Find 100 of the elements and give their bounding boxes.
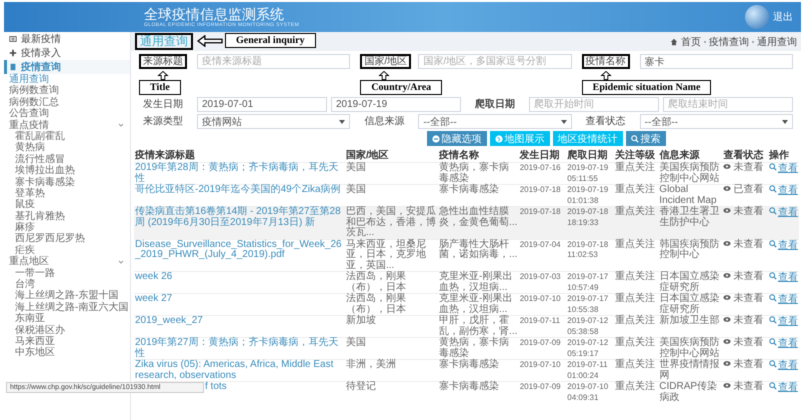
input-field[interactable]: 2019-07-19 (331, 97, 461, 112)
table-cell-text: 2019-07-12 05:38:58 (567, 316, 610, 337)
table-cell: 未查看 (733, 271, 764, 282)
sidebar-subitem[interactable]: 中东地区 (4, 347, 130, 359)
sidebar-item[interactable]: 疫情查询 (4, 60, 130, 74)
table-cell-text: 香港卫生署卫生防护中心 (659, 207, 720, 228)
view-link[interactable]: 查看 (778, 338, 798, 349)
breadcrumb-link[interactable]: 疫情查询 (709, 34, 749, 48)
title-link[interactable]: f tots (205, 382, 344, 392)
column-header: 疫情来源标题 (135, 150, 195, 161)
title-link[interactable]: week 27 (135, 294, 344, 304)
input-field[interactable]: 国家/地区，多国家逗号分割 (418, 54, 572, 69)
view-link[interactable]: 查看 (778, 294, 798, 305)
table-cell-text: CIDRAP传染病政 (659, 382, 718, 403)
sidebar-subitem[interactable]: 霍乱副霍乱 (4, 130, 130, 142)
table-cell-text: 克里米亚-刚果出血热，汉坦病... (439, 294, 514, 314)
view-link[interactable]: 查看 (778, 272, 798, 283)
system-title: 全球疫情信息监测系统 (144, 6, 285, 22)
title-link[interactable]: 2019年第27周：黄热病；齐卡病毒病，耳先天性 (135, 338, 344, 359)
table-cell-text: 2019-07-16 (520, 163, 562, 174)
search-icon (768, 316, 777, 324)
title-link[interactable]: week 26 (135, 272, 344, 282)
sidebar-subitem[interactable]: 鼠疫 (4, 199, 130, 211)
sidebar-subitem[interactable]: 通用查询 (4, 74, 130, 86)
table-cell-text: 待登记 (346, 382, 377, 392)
input-field[interactable]: 爬取开始时间 (529, 97, 659, 112)
title-link[interactable]: 哥伦比亚特区-2019年迄今美国的49个Zika病例 (135, 185, 344, 196)
table-cell: 急性出血性结膜炎，金黄色葡萄... (439, 207, 518, 228)
table-cell-text: 黄热病，寨卡病毒感染 (439, 338, 510, 358)
breadcrumb-link[interactable]: 通用查询 (757, 34, 797, 48)
breadcrumb-link[interactable]: 首页 (681, 34, 701, 48)
table-cell: 已查看 (733, 184, 764, 195)
sidebar-subitem[interactable]: 一带一路 (4, 268, 130, 280)
sidebar-subitem[interactable]: 疟疾 (4, 244, 130, 256)
sidebar-subitem[interactable]: 东南亚 (4, 313, 130, 325)
eye-icon (723, 185, 732, 192)
table-cell-text: 美国疾病预防控制中心网站 (659, 338, 720, 358)
sidebar-subitem[interactable]: 保税港区办 (4, 324, 130, 336)
sidebar-subitem[interactable]: 埃博拉出血热 (4, 165, 130, 177)
eye-icon (723, 240, 732, 246)
sidebar-subitem[interactable]: 公告查询 (4, 108, 130, 120)
sidebar-item[interactable]: 最新疫情 (4, 32, 130, 46)
table-cell: 未查看 (733, 381, 764, 392)
select-field[interactable]: --全部-- (640, 114, 793, 129)
table-cell-text: 2019-07-18 (520, 185, 562, 196)
view-link[interactable]: 查看 (778, 163, 798, 174)
sidebar-subitem[interactable]: 流行性感冒 (4, 154, 130, 166)
field-label: 国家/地区 (360, 54, 412, 69)
view-link[interactable]: 查看 (778, 360, 798, 371)
table-cell-text: 2019-07-19 05:11:55 (567, 163, 610, 184)
sidebar-subitem[interactable]: 海上丝绸之路-东盟十国 (4, 290, 130, 302)
sidebar-subitem[interactable]: 麻疹 (4, 222, 130, 234)
table-cell-text: 重点关注 (614, 272, 656, 282)
sidebar-subitem[interactable]: 黄热病 (4, 142, 130, 154)
view-link[interactable]: 查看 (778, 185, 798, 196)
sidebar-subitem[interactable]: 海上丝绸之路-南亚六大国 (4, 302, 130, 314)
title-link[interactable]: 2019年第28周：黄热病；齐卡病毒病，耳先天性 (135, 163, 344, 184)
sidebar-subitem[interactable]: 西尼罗西尼罗热 (4, 233, 130, 245)
table-cell-text: 黄热病，寨卡病毒感染 (439, 163, 510, 184)
view-link[interactable]: 查看 (778, 316, 798, 327)
sidebar-subitem[interactable]: 寨卡病毒感染 (4, 176, 130, 188)
table-cell-text: 马来西亚，坦桑尼亚，日本，克罗地亚，英国... (346, 240, 427, 270)
table-cell: 未查看 (733, 238, 764, 250)
table-cell-text: 法西岛，刚果（布），日本 (346, 294, 407, 314)
field-label: 疫情名称 (582, 54, 630, 69)
table-cell-text: 2019-07-17 10:55:38 (567, 294, 610, 315)
sidebar-subitem[interactable]: 马来西亚 (4, 336, 130, 348)
table-cell-text: 重点关注 (614, 338, 656, 348)
title-link[interactable]: Disease_Surveillance_Statistics_for_Week_26_2019_PHWR_(July_4_2019).pdf (135, 240, 344, 260)
annotation-label: General inquiry (225, 33, 316, 48)
select-field[interactable]: --全部-- (418, 114, 572, 129)
field-label: 来源类型 (142, 114, 184, 129)
table-cell-text: 寨卡病毒感染 (439, 360, 500, 370)
table-cell-text: 甲肝，戊肝，霍乱，副伤寒，肾... (439, 316, 518, 336)
sidebar-subitem[interactable]: 病例数汇总 (4, 96, 130, 108)
action-button[interactable]: 搜索 (626, 131, 666, 146)
input-field[interactable]: 寨卡 (640, 54, 793, 69)
search-icon (630, 134, 638, 142)
sidebar-subitem[interactable]: 基孔肯雅热 (4, 210, 130, 222)
arrow-icon (197, 34, 223, 46)
sidebar-subitem[interactable]: 重点疫情 (4, 120, 130, 131)
table-cell: 肠产毒性大肠杆菌，诺如病毒，... (439, 240, 518, 260)
logout-link[interactable]: 退出 (773, 10, 793, 24)
table-cell-text: 重点关注 (614, 360, 656, 370)
input-field[interactable]: 疫情来源标题 (197, 54, 350, 69)
table-cell-text: 日本国立感染症研究所 (659, 294, 720, 314)
input-field[interactable]: 2019-07-01 (197, 97, 327, 112)
action-button[interactable]: 隐藏选项 (426, 131, 486, 146)
table-cell-text: 重点关注 (614, 207, 656, 218)
view-link[interactable]: 查看 (778, 240, 798, 250)
sidebar-item[interactable]: 疫情录入 (4, 46, 130, 60)
sidebar-subitem[interactable]: 登革热 (4, 188, 130, 200)
minus-circle-icon (432, 134, 440, 142)
sidebar-subitem[interactable]: 病例数查询 (4, 85, 130, 97)
select-field[interactable]: 疫情网站 (197, 114, 350, 129)
title-link[interactable]: 2019_week_27 (135, 316, 344, 326)
input-field[interactable]: 爬取结束时间 (663, 97, 793, 112)
sidebar-subitem[interactable]: 重点地区 (4, 256, 130, 268)
sidebar-subitem[interactable]: 台湾 (4, 279, 130, 290)
view-link[interactable]: 查看 (778, 382, 798, 393)
